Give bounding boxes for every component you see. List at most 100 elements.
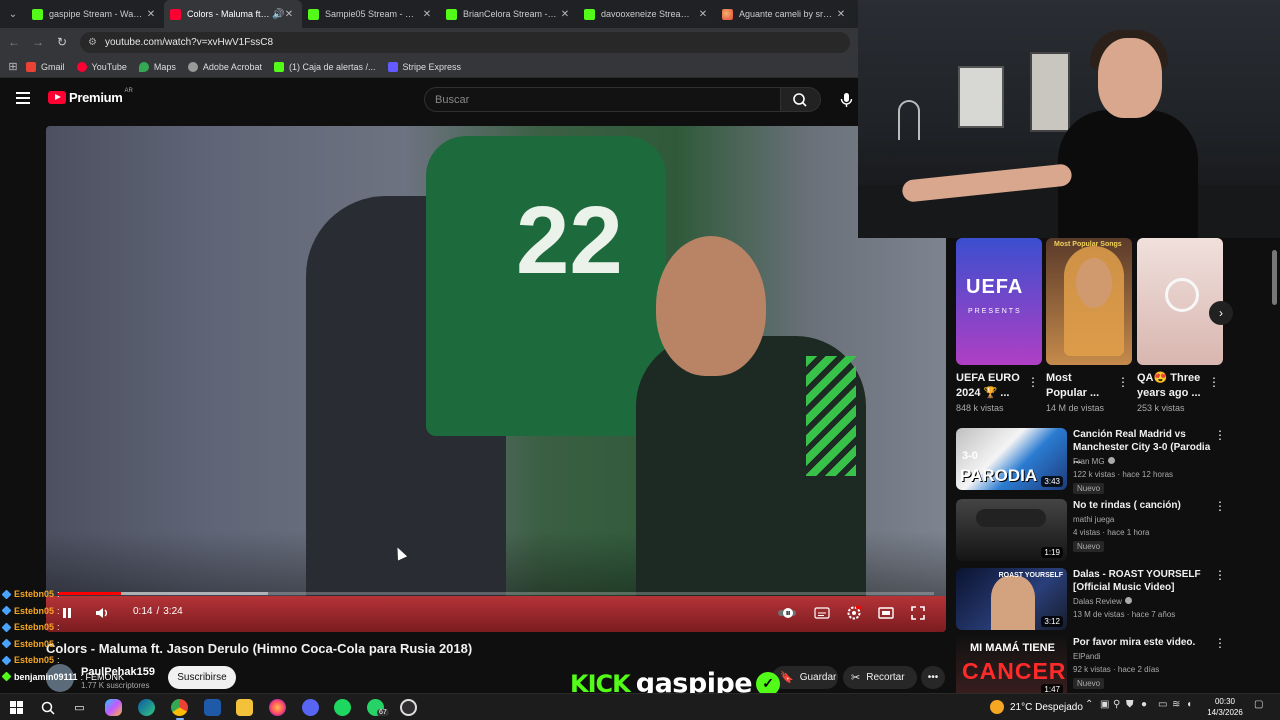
close-icon[interactable]: ✕ — [696, 9, 710, 20]
obs-icon[interactable] — [400, 699, 417, 716]
edge-icon[interactable] — [138, 699, 155, 716]
tray-app-icon[interactable]: ▣ — [1100, 699, 1109, 710]
video-player[interactable]: 22 0:14/3:24 — [46, 126, 946, 632]
more-icon[interactable]: ⋮ — [1214, 636, 1226, 650]
subtitles-button[interactable] — [812, 604, 832, 622]
list-item[interactable]: 3-0 PARODIA 3:43 Canción Real Madrid vs … — [956, 428, 1278, 494]
theater-mode-button[interactable] — [876, 604, 896, 622]
video-title[interactable]: Por favor mira este video. — [1073, 636, 1213, 649]
more-icon[interactable]: ⋮ — [1117, 375, 1129, 389]
tray-chevron-icon[interactable]: ⌃ — [1085, 699, 1093, 710]
close-icon[interactable]: ✕ — [834, 9, 848, 20]
autoplay-toggle[interactable] — [776, 604, 798, 622]
more-icon[interactable]: ⋮ — [1027, 375, 1039, 389]
close-icon[interactable]: ✕ — [558, 9, 572, 20]
tab-briancelora[interactable]: BrianCelora Stream - Watc ✕ — [440, 0, 578, 28]
subscribe-button[interactable]: Suscribirse — [168, 666, 236, 689]
speaker-icon[interactable]: 🔊 — [272, 9, 284, 20]
system-clock[interactable]: 00:30 14/3/2026 — [1203, 696, 1247, 718]
tray-volume-icon[interactable]: ◖ — [1186, 699, 1192, 710]
youtube-premium-logo[interactable]: Premium AR — [48, 88, 133, 105]
tab-gaspipe[interactable]: gaspipe Stream - Watch L ✕ — [26, 0, 164, 28]
video-thumbnail[interactable]: 3-0 PARODIA 3:43 — [956, 428, 1067, 490]
list-item[interactable]: 1:19 No te rindas ( canción) mathi juega… — [956, 499, 1278, 563]
video-thumbnail[interactable]: MI MAMÁ TIENE CANCER 1:47 — [956, 636, 1067, 698]
tab-colors-maluma[interactable]: Colors - Maluma ft. Ja 🔊 ✕ — [164, 0, 302, 28]
discord-icon[interactable] — [302, 699, 319, 716]
windows-start-icon[interactable] — [8, 699, 25, 716]
bookmark-stripe[interactable]: Stripe Express — [387, 61, 461, 72]
file-explorer-icon[interactable] — [236, 699, 253, 716]
channel-name[interactable]: Fran MG — [1073, 457, 1115, 466]
video-thumbnail[interactable]: ROAST YOURSELF 3:12 — [956, 568, 1067, 630]
settings-button[interactable] — [844, 604, 864, 622]
video-progress-bar[interactable] — [58, 592, 934, 595]
store-icon[interactable] — [204, 699, 221, 716]
video-thumbnail[interactable]: 1:19 — [956, 499, 1067, 561]
video-title[interactable]: Dalas - ROAST YOURSELF [Official Music V… — [1073, 568, 1213, 594]
tray-network-icon[interactable]: ▭ — [1158, 699, 1167, 710]
bookmark-alerts[interactable]: (1) Caja de alertas /... — [273, 61, 376, 72]
chat-message: Estebn05 : — [0, 619, 160, 636]
channel-name[interactable]: ElPandi — [1073, 652, 1101, 661]
scrollbar-thumb[interactable] — [1272, 250, 1277, 305]
shorts-next-button[interactable]: › — [1209, 301, 1233, 325]
search-button[interactable] — [781, 87, 821, 112]
tab-davooxeneize[interactable]: davooxeneize Stream - W ✕ — [578, 0, 716, 28]
tab-sampie05[interactable]: Sampie05 Stream - Watch ✕ — [302, 0, 440, 28]
search-input[interactable]: Buscar — [424, 87, 781, 112]
back-icon[interactable]: ← — [2, 35, 26, 49]
list-item[interactable]: MI MAMÁ TIENE CANCER 1:47 Por favor mira… — [956, 636, 1278, 700]
clip-button[interactable]: ✂ Recortar — [843, 666, 917, 689]
tab-search-button[interactable]: ⌄ — [0, 0, 26, 28]
firefox-icon[interactable] — [269, 699, 286, 716]
short-title[interactable]: QA😍 Three years ago ... — [1137, 371, 1205, 401]
save-button[interactable]: 🔖 Guardar — [772, 666, 838, 689]
list-item[interactable]: ROAST YOURSELF 3:12 Dalas - ROAST YOURSE… — [956, 568, 1278, 632]
chat-badge-icon — [1, 589, 12, 600]
url-input[interactable]: ⚙ youtube.com/watch?v=xvHwV1FssC8 — [80, 32, 850, 53]
more-icon[interactable]: ⋮ — [1214, 568, 1226, 582]
bookmark-youtube[interactable]: YouTube — [76, 61, 127, 72]
voice-search-button[interactable] — [834, 87, 858, 112]
weather-widget[interactable]: 21°C Despejado — [990, 700, 1083, 714]
more-icon[interactable]: ⋮ — [1214, 499, 1226, 513]
tray-wifi-icon[interactable]: ≋ — [1172, 699, 1180, 710]
bookmark-maps[interactable]: Maps — [138, 61, 176, 72]
short-title[interactable]: UEFA EURO 2024 🏆 ... — [956, 371, 1024, 401]
scrollbar[interactable] — [1270, 238, 1278, 693]
forward-icon[interactable]: → — [26, 35, 50, 49]
task-view-icon[interactable]: ▭ — [71, 699, 88, 716]
menu-icon[interactable] — [16, 92, 30, 104]
tray-mic-icon[interactable]: ● — [1141, 699, 1147, 710]
url-text: youtube.com/watch?v=xvHwV1FssC8 — [104, 37, 274, 48]
spotify-icon[interactable] — [334, 699, 351, 716]
search-icon[interactable] — [39, 699, 56, 716]
short-thumbnail[interactable]: UEFA PRESENTS — [956, 238, 1042, 365]
ball-favicon-icon — [722, 8, 733, 20]
fullscreen-button[interactable] — [908, 604, 928, 622]
bookmark-gmail[interactable]: Gmail — [26, 61, 65, 72]
copilot-icon[interactable] — [105, 699, 122, 716]
channel-name[interactable]: Dalas Review — [1073, 597, 1132, 606]
tab-aguante-cameli[interactable]: Aguante cameli by sr_apy ✕ — [716, 0, 854, 28]
bookmark-adobe[interactable]: Adobe Acrobat — [187, 61, 262, 72]
site-info-icon[interactable]: ⚙ — [88, 37, 97, 48]
tray-shield-icon[interactable]: ⛊ — [1126, 699, 1134, 710]
short-thumbnail[interactable] — [1137, 238, 1223, 365]
close-icon[interactable]: ✕ — [282, 9, 296, 20]
more-icon[interactable]: ⋮ — [1214, 428, 1226, 442]
more-icon[interactable]: ⋮ — [1208, 375, 1220, 389]
chrome-icon[interactable] — [171, 699, 188, 716]
close-icon[interactable]: ✕ — [420, 9, 434, 20]
short-title[interactable]: Most Popular ... — [1046, 371, 1114, 401]
notifications-bell-icon[interactable]: ▢ — [1254, 699, 1263, 710]
close-icon[interactable]: ✕ — [144, 9, 158, 20]
apps-grid-icon[interactable]: ⊞ — [0, 60, 26, 73]
video-title[interactable]: No te rindas ( canción) — [1073, 499, 1213, 512]
tray-bluetooth-icon[interactable]: ⚲ — [1113, 699, 1120, 710]
short-thumbnail[interactable]: Most Popular Songs — [1046, 238, 1132, 365]
more-actions-button[interactable]: ••• — [921, 666, 945, 689]
channel-name[interactable]: mathi juega — [1073, 515, 1114, 524]
reload-icon[interactable]: ↻ — [50, 35, 74, 49]
